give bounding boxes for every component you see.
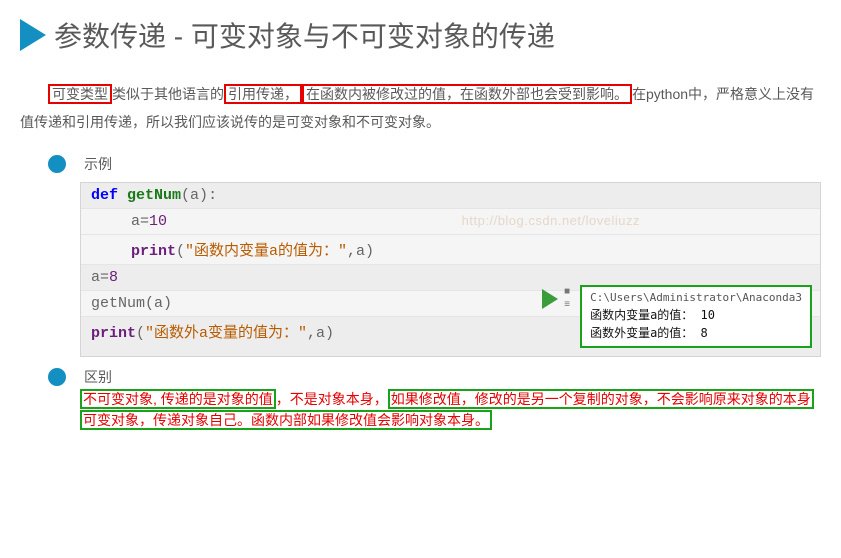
output-line-2: 函数外变量a的值： 8 <box>590 324 802 341</box>
triangle-icon <box>20 19 46 51</box>
number-10: 10 <box>149 213 167 230</box>
bullet-label-diff: 区别 <box>84 367 112 387</box>
difference-bullet: 区别 <box>48 367 821 387</box>
code-line-print1: print("函数内变量a的值为：",a) <box>81 235 820 265</box>
text-mid: 类似于其他语言的 <box>112 86 224 102</box>
title-text: 参数传递 - 可变对象与不可变对象的传递 <box>54 15 555 55</box>
green-box-3: 可变对象，传递对象自己。函数内部如果修改值会影响对象本身。 <box>80 410 492 430</box>
string-2: "函数外a变量的值为：" <box>145 325 307 342</box>
run-controls: ■≡ <box>564 287 570 311</box>
code-line-print2: print("函数外a变量的值为：",a) ■≡ C:\Users\Admini… <box>81 317 820 356</box>
play-icon[interactable] <box>542 289 558 309</box>
highlighted-term-1: 可变类型 <box>48 84 112 104</box>
keyword-def: def <box>91 187 118 204</box>
difference-block: 不可变对象, 传递的是对象的值，不是对象本身，如果修改值，修改的是另一个复制的对… <box>80 389 821 431</box>
code-line-def: def getNum(a): <box>81 183 820 209</box>
comma-a2: ,a) <box>307 325 334 342</box>
code-block: def getNum(a): a=10 http://blog.csdn.net… <box>80 182 821 357</box>
comma-a: ,a) <box>347 243 374 260</box>
keyword-print2: print <box>91 325 136 342</box>
red-text-1: ，不是对象本身， <box>276 391 388 407</box>
page-heading: 参数传递 - 可变对象与不可变对象的传递 <box>20 15 821 55</box>
highlighted-term-3: 在函数内被修改过的值，在函数外部也会受到影响。 <box>302 84 632 104</box>
bullet-label-example: 示例 <box>84 154 112 174</box>
watermark: http://blog.csdn.net/loveliuzz <box>462 213 640 228</box>
string-1: "函数内变量a的值为：" <box>185 243 347 260</box>
function-name: getNum <box>127 187 181 204</box>
assign-a8: a= <box>91 269 109 286</box>
bullet-icon <box>48 368 66 386</box>
run-panel: ■≡ C:\Users\Administrator\Anaconda3 函数内变… <box>542 285 812 348</box>
output-box: C:\Users\Administrator\Anaconda3 函数内变量a的… <box>580 285 812 348</box>
keyword-print: print <box>131 243 176 260</box>
intro-paragraph: 可变类型类似于其他语言的引用传递，在函数内被修改过的值，在函数外部也会受到影响。… <box>20 80 821 136</box>
colon: : <box>208 187 217 204</box>
number-8: 8 <box>109 269 118 286</box>
paren-a: (a) <box>181 187 208 204</box>
assign-a: a= <box>131 213 149 230</box>
highlighted-term-2: 引用传递， <box>224 84 302 104</box>
output-line-1: 函数内变量a的值： 10 <box>590 306 802 323</box>
lparen: ( <box>176 243 185 260</box>
output-path: C:\Users\Administrator\Anaconda3 <box>590 291 802 304</box>
bullet-icon <box>48 155 66 173</box>
green-box-2: 如果修改值，修改的是另一个复制的对象，不会影响原来对象的本身 <box>388 389 814 409</box>
example-bullet: 示例 <box>48 154 821 174</box>
code-line-assign1: a=10 http://blog.csdn.net/loveliuzz <box>81 209 820 235</box>
lparen2: ( <box>136 325 145 342</box>
call-text: getNum(a) <box>91 295 172 312</box>
green-box-1: 不可变对象, 传递的是对象的值 <box>80 389 276 409</box>
